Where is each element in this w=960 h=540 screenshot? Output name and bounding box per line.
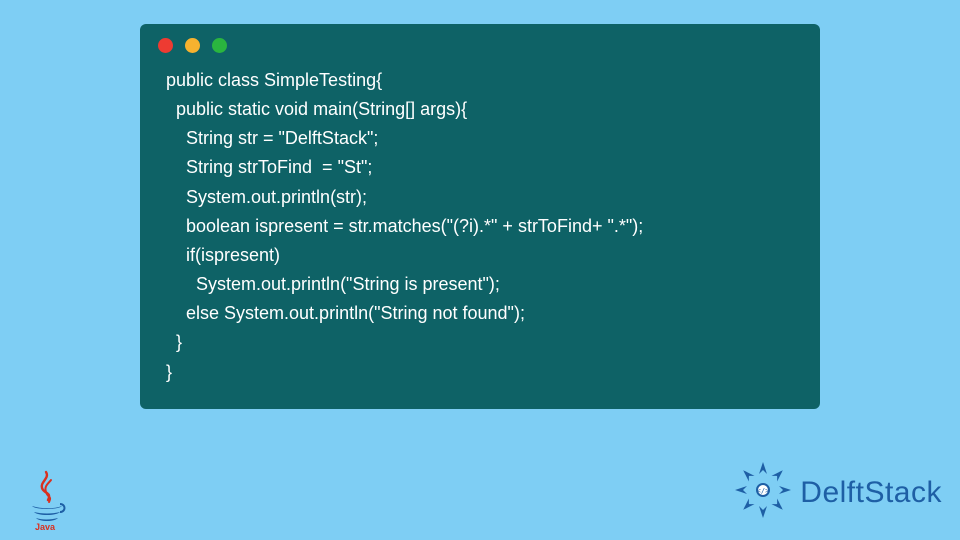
traffic-light-zoom-icon bbox=[212, 38, 227, 53]
window-title-bar bbox=[140, 24, 820, 66]
svg-text:Java: Java bbox=[35, 522, 56, 532]
java-logo-icon: Java bbox=[22, 470, 68, 532]
delftstack-logo-icon: </> bbox=[732, 459, 794, 526]
brand-name: DelftStack bbox=[800, 476, 942, 510]
delftstack-brand: </> DelftStack bbox=[732, 459, 942, 526]
code-block: public class SimpleTesting{ public stati… bbox=[140, 66, 820, 387]
traffic-light-minimize-icon bbox=[185, 38, 200, 53]
code-window: public class SimpleTesting{ public stati… bbox=[140, 24, 820, 409]
svg-text:</>: </> bbox=[757, 487, 770, 495]
traffic-light-close-icon bbox=[158, 38, 173, 53]
